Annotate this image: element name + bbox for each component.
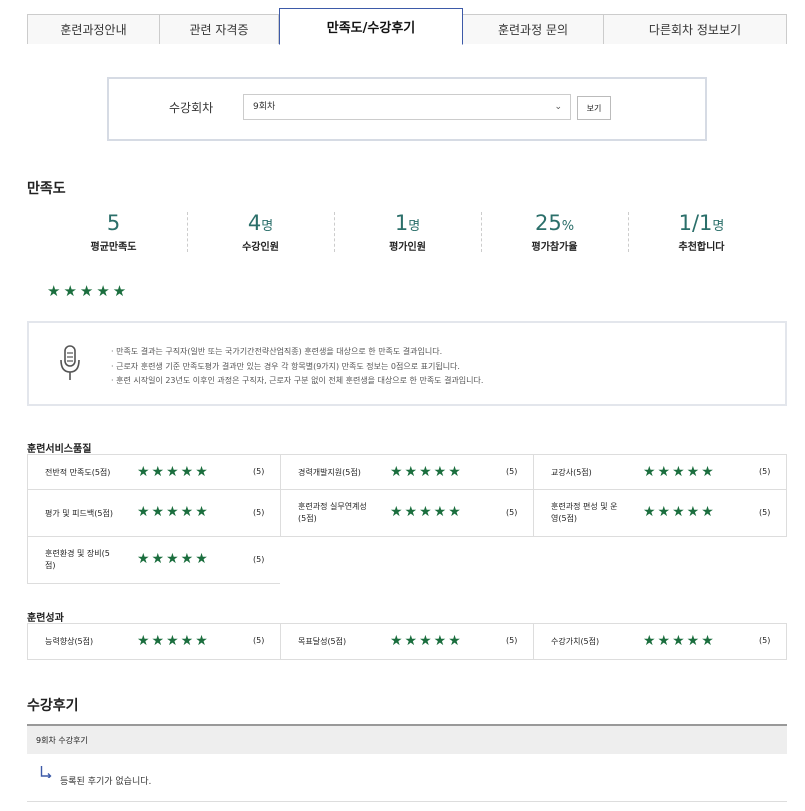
rating-cell-practical: 훈련과정 실무연계성(5점) ★★★★★ (5) <box>280 490 533 537</box>
tab-bar: 훈련과정안내 관련 자격증 만족도/수강후기 훈련과정 문의 다른회차 정보보기 <box>27 8 787 45</box>
service-quality-table: 전반적 만족도(5점) ★★★★★ (5) 경력개발지원(5점) ★★★★★ (… <box>27 454 787 584</box>
stat-unit: % <box>561 219 575 234</box>
outcome-title: 훈련성과 <box>27 613 64 624</box>
reviews-title: 수강후기 <box>27 698 79 714</box>
rating-cell-value: 수강가치(5점) ★★★★★ (5) <box>533 624 787 660</box>
rating-stars: ★★★★★ <box>643 504 716 520</box>
stat-average-satisfaction: 5 평균만족도 <box>40 210 187 258</box>
rating-cell-ability: 능력향상(5점) ★★★★★ (5) <box>27 624 280 660</box>
stat-value: 1/1 <box>678 211 713 235</box>
stat-value: 4 <box>247 211 262 235</box>
stat-value: 1 <box>394 211 409 235</box>
satisfaction-stats: 5 평균만족도 4명 수강인원 1명 평가인원 25% 평가참가율 1/1명 추… <box>40 210 785 258</box>
stat-value: 5 <box>106 211 121 235</box>
rating-score: (5) <box>759 508 771 517</box>
satisfaction-notice: · 만족도 결과는 구직자(일반 또는 국가기간전략산업직종) 훈련생을 대상으… <box>27 321 787 406</box>
rating-stars: ★★★★★ <box>137 464 210 480</box>
service-quality-title: 훈련서비스품질 <box>27 444 92 455</box>
microphone-icon <box>60 345 80 380</box>
rating-stars: ★★★★★ <box>137 504 210 520</box>
rating-stars: ★★★★★ <box>643 633 716 649</box>
rating-name: 수강가치(5점) <box>551 637 600 646</box>
tab-satisfaction-reviews[interactable]: 만족도/수강후기 <box>279 8 463 45</box>
rating-name: 교강사(5점) <box>551 468 592 477</box>
session-label: 수강회차 <box>169 101 214 115</box>
stat-label: 수강인원 <box>242 242 279 253</box>
tab-course-inquiry[interactable]: 훈련과정 문의 <box>463 14 604 44</box>
rating-stars: ★★★★★ <box>390 633 463 649</box>
stat-unit: 명 <box>261 219 274 234</box>
chevron-down-icon: ⌄ <box>554 102 562 112</box>
rating-score: (5) <box>506 636 518 645</box>
rating-score: (5) <box>506 508 518 517</box>
rating-cell-feedback: 평가 및 피드백(5점) ★★★★★ (5) <box>27 490 280 537</box>
rating-cell-career: 경력개발지원(5점) ★★★★★ (5) <box>280 455 533 490</box>
rating-stars: ★★★★★ <box>643 464 716 480</box>
rating-stars: ★★★★★ <box>137 633 210 649</box>
reviews-divider <box>27 801 787 802</box>
rating-cell-environment: 훈련환경 및 장비(5점) ★★★★★ (5) <box>27 537 280 584</box>
stat-recommend: 1/1명 추천합니다 <box>628 210 775 258</box>
stat-label: 평균만족도 <box>90 242 137 253</box>
stat-value: 25 <box>534 211 562 235</box>
notice-item: · 만족도 결과는 구직자(일반 또는 국가기간전략산업직종) 훈련생을 대상으… <box>111 347 443 356</box>
stat-participation-rate: 25% 평가참가율 <box>481 210 628 258</box>
satisfaction-title: 만족도 <box>27 181 66 197</box>
tab-certificates[interactable]: 관련 자격증 <box>160 14 279 44</box>
session-selected-value: 9회차 <box>253 102 276 112</box>
rating-cell-operation: 훈련과정 편성 및 운영(5점) ★★★★★ (5) <box>533 490 787 537</box>
average-star-rating: ★★★★★ <box>47 282 130 300</box>
stat-evaluators: 1명 평가인원 <box>334 210 481 258</box>
rating-stars: ★★★★★ <box>390 464 463 480</box>
rating-cell-overall: 전반적 만족도(5점) ★★★★★ (5) <box>27 455 280 490</box>
session-select[interactable]: 9회차 ⌄ <box>243 94 571 120</box>
rating-name: 경력개발지원(5점) <box>298 468 361 477</box>
rating-name: 훈련과정 편성 및 운영(5점) <box>551 502 618 523</box>
session-selector-panel: 수강회차 9회차 ⌄ 보기 <box>107 77 707 141</box>
rating-name: 목표달성(5점) <box>298 637 347 646</box>
stat-label: 평가인원 <box>389 242 426 253</box>
rating-score: (5) <box>506 467 518 476</box>
rating-score: (5) <box>759 467 771 476</box>
rating-score: (5) <box>253 555 265 564</box>
stat-label: 추천합니다 <box>678 242 725 253</box>
rating-cell-goal: 목표달성(5점) ★★★★★ (5) <box>280 624 533 660</box>
rating-name: 전반적 만족도(5점) <box>45 468 111 477</box>
rating-name: 평가 및 피드백(5점) <box>45 509 113 518</box>
rating-stars: ★★★★★ <box>390 504 463 520</box>
reviews-empty-text: 등록된 후기가 없습니다. <box>60 777 152 787</box>
rating-score: (5) <box>253 636 265 645</box>
tab-course-info[interactable]: 훈련과정안내 <box>27 14 160 44</box>
rating-name: 훈련환경 및 장비(5점) <box>45 549 110 570</box>
rating-name: 능력향상(5점) <box>45 637 94 646</box>
rating-name: 훈련과정 실무연계성(5점) <box>298 502 367 523</box>
stat-unit: 명 <box>712 219 725 234</box>
outcome-table: 능력향상(5점) ★★★★★ (5) 목표달성(5점) ★★★★★ (5) 수강… <box>27 623 787 660</box>
reply-arrow-icon <box>40 766 52 778</box>
notice-list: · 만족도 결과는 구직자(일반 또는 국가기간전략산업직종) 훈련생을 대상으… <box>111 345 483 389</box>
notice-item: · 훈련 시작일이 23년도 이후인 과정은 구직자, 근로자 구분 없이 전체… <box>111 376 484 385</box>
stat-label: 평가참가율 <box>531 242 578 253</box>
tab-other-sessions[interactable]: 다른회차 정보보기 <box>604 14 787 44</box>
rating-score: (5) <box>253 467 265 476</box>
rating-cell-instructor: 교강사(5점) ★★★★★ (5) <box>533 455 787 490</box>
rating-stars: ★★★★★ <box>137 551 210 567</box>
notice-item: · 근로자 훈련생 기준 만족도평가 결과만 있는 경우 각 항목별(9가지) … <box>111 361 460 371</box>
reviews-header: 9회차 수강후기 <box>27 724 787 754</box>
rating-score: (5) <box>759 636 771 645</box>
view-button[interactable]: 보기 <box>577 96 611 120</box>
stat-enrolled: 4명 수강인원 <box>187 210 334 258</box>
rating-score: (5) <box>253 508 265 517</box>
stat-unit: 명 <box>408 219 421 234</box>
